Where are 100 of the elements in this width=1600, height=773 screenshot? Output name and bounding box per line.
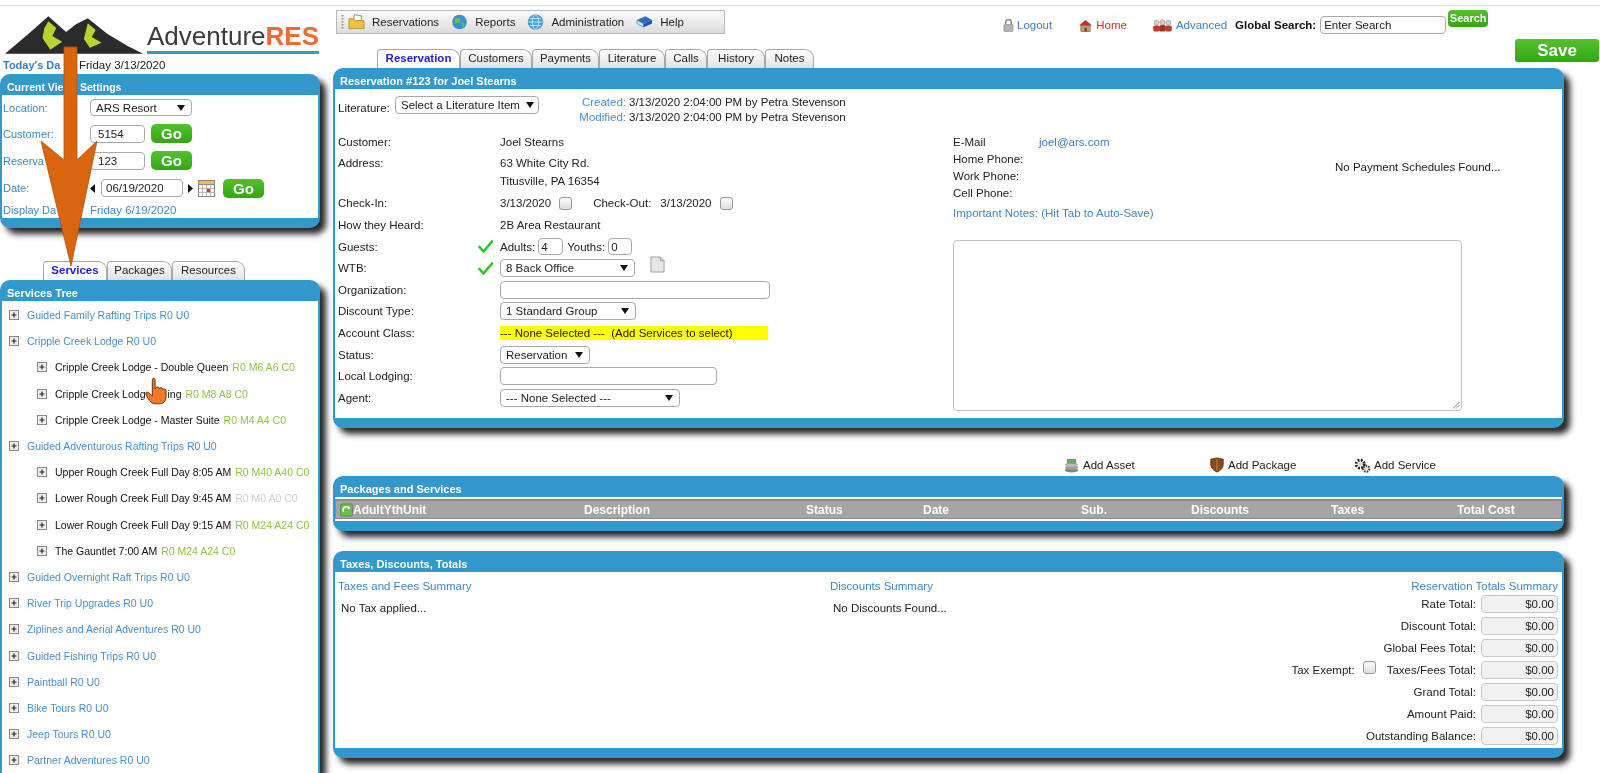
section-message: No Tax applied... — [341, 601, 427, 615]
tree-node[interactable]: Ziplines and Aerial Adventures R0 U0 — [27, 622, 201, 637]
tree-node[interactable]: Partner Adventures R0 U0 — [27, 753, 150, 768]
previous-day-arrow-icon[interactable] — [90, 183, 95, 193]
expand-icon[interactable] — [9, 310, 19, 321]
expand-icon[interactable] — [37, 493, 47, 504]
tree-node[interactable]: Guided Family Rafting Trips R0 U0 — [27, 308, 190, 323]
tree-node[interactable]: River Trip Upgrades R0 U0 — [27, 596, 154, 611]
tree-node[interactable]: Guided Fishing Trips R0 U0 — [27, 648, 156, 663]
email-link[interactable]: joel@ars.com — [1039, 134, 1110, 149]
tree-node[interactable]: Guided Adventurous Rafting Trips R0 U0 — [27, 439, 217, 454]
tab[interactable]: Literature — [599, 49, 665, 68]
input-field[interactable]: 5154 — [90, 124, 145, 143]
section-message: No Discounts Found... — [833, 601, 947, 615]
input-field[interactable]: 4 — [538, 238, 564, 256]
input-field[interactable]: 06/19/2020 — [101, 179, 183, 197]
tree-node[interactable]: Lower Rough Creek Full Day 9:45 AM — [55, 491, 232, 506]
add-action-link[interactable]: Add Service — [1354, 457, 1436, 473]
dropdown-select[interactable]: Reservation — [500, 345, 590, 364]
tree-node[interactable]: ing — [167, 386, 182, 401]
expand-icon[interactable] — [9, 676, 19, 687]
tab[interactable]: Calls — [665, 49, 707, 68]
total-amount-field: $0.00 — [1481, 661, 1558, 679]
field-label: Account Class: — [338, 325, 415, 340]
input-field[interactable] — [500, 367, 717, 386]
input-field[interactable]: 123 — [90, 151, 145, 170]
tab[interactable]: Reservation — [377, 49, 460, 68]
dropdown-select[interactable]: --- None Selected --- — [500, 388, 680, 407]
input-field[interactable]: Enter Search — [1320, 16, 1447, 34]
audit-label: Modified: — [579, 110, 626, 125]
tree-node[interactable]: Bike Tours R0 U0 — [27, 700, 109, 715]
expand-icon[interactable] — [9, 336, 19, 347]
caret-icon — [177, 104, 185, 111]
tree-node[interactable]: Cripple Creek Lodge - Double Queen — [55, 360, 229, 375]
tree-node[interactable]: Lower Rough Creek Full Day 9:15 AM — [55, 517, 232, 532]
calendar-icon[interactable] — [198, 179, 215, 197]
tree-node[interactable]: The Gauntlet 7:00 AM — [55, 543, 158, 558]
shield-icon — [1209, 457, 1225, 473]
people-group-icon — [1151, 18, 1173, 32]
expand-icon[interactable] — [37, 414, 47, 425]
expand-icon[interactable] — [9, 729, 19, 740]
expand-icon[interactable] — [9, 755, 19, 766]
tab[interactable]: Packages — [107, 261, 172, 280]
expand-icon[interactable] — [9, 650, 19, 661]
dropdown-select[interactable]: ARS Resort — [90, 99, 192, 116]
expand-icon[interactable] — [37, 545, 47, 556]
audit-value: 3/13/2020 2:04:00 PM by Petra Stevenson — [629, 95, 846, 110]
expand-icon[interactable] — [9, 441, 19, 452]
caret-icon — [621, 308, 629, 315]
tree-node[interactable]: Jeep Tours R0 U0 — [27, 727, 111, 742]
resize-grip-icon[interactable] — [1452, 401, 1460, 409]
expand-icon[interactable] — [9, 702, 19, 713]
tree-node[interactable]: Paintball R0 U0 — [27, 674, 100, 689]
expand-icon[interactable] — [37, 388, 47, 399]
address-line: Titusville, PA 16354 — [500, 173, 600, 189]
input-field[interactable]: 0 — [608, 238, 633, 256]
tree-node[interactable]: Guided Overnight Raft Trips R0 U0 — [27, 569, 190, 584]
address-line: 63 White City Rd. — [500, 155, 591, 171]
expand-icon[interactable] — [9, 624, 19, 635]
header-link[interactable]: Advanced — [1151, 18, 1228, 32]
tab[interactable]: Services — [43, 261, 107, 280]
menu-item[interactable]: Reservations — [348, 14, 440, 30]
header-link[interactable]: Logout — [1003, 18, 1053, 32]
expand-icon[interactable] — [37, 519, 47, 530]
dropdown-select[interactable]: 1 Standard Group — [500, 302, 636, 321]
dropdown-select[interactable]: Select a Literature Item — [395, 96, 539, 114]
menu-item[interactable]: Reports — [451, 14, 516, 30]
tab[interactable]: Customers — [460, 49, 532, 68]
menu-item[interactable]: Help — [636, 14, 684, 30]
tab[interactable]: Resources — [172, 261, 245, 280]
add-action-link[interactable]: Add Asset — [1063, 457, 1135, 473]
expand-icon[interactable] — [37, 467, 47, 478]
field-label: Literature: — [338, 101, 390, 115]
expand-icon[interactable] — [9, 571, 19, 582]
dropdown-select[interactable]: 8 Back Office — [500, 259, 635, 278]
tab[interactable]: History — [707, 49, 765, 68]
tab[interactable]: Payments — [532, 49, 599, 68]
checkbox[interactable] — [559, 196, 573, 210]
availability-counts: R0 M40 A40 C0 — [235, 465, 310, 480]
payment-schedules-message: No Payment Schedules Found... — [1335, 160, 1501, 174]
field-label: Check-In: — [338, 196, 388, 211]
expand-icon[interactable] — [9, 598, 19, 609]
account-class-notice: --- None Selected --- (Add Services to select) — [500, 325, 768, 340]
input-field[interactable] — [500, 280, 770, 299]
checkbox[interactable] — [719, 196, 733, 210]
field-label: Adults: — [500, 239, 536, 254]
expand-icon[interactable] — [37, 362, 47, 373]
next-day-arrow-icon[interactable] — [188, 183, 193, 193]
tree-node[interactable]: Cripple Creek Lodge - Master Suite — [55, 412, 220, 427]
tab[interactable]: Notes — [765, 49, 814, 68]
field-label: How they Heard: — [338, 218, 424, 232]
tree-node[interactable]: Cripple Creek Lodg — [55, 386, 146, 401]
menu-item[interactable]: Administration — [527, 14, 625, 30]
tree-node[interactable]: Upper Rough Creek Full Day 8:05 AM — [55, 465, 232, 480]
add-action-link[interactable]: Add Package — [1209, 457, 1297, 473]
header-link[interactable]: Home — [1078, 18, 1127, 32]
tree-node[interactable]: Cripple Creek Lodge R0 U0 — [27, 334, 156, 349]
field-label: Tax Exempt: — [1291, 663, 1355, 677]
checkbox[interactable] — [1362, 660, 1376, 674]
hand-pointer-cursor-icon — [145, 376, 168, 407]
